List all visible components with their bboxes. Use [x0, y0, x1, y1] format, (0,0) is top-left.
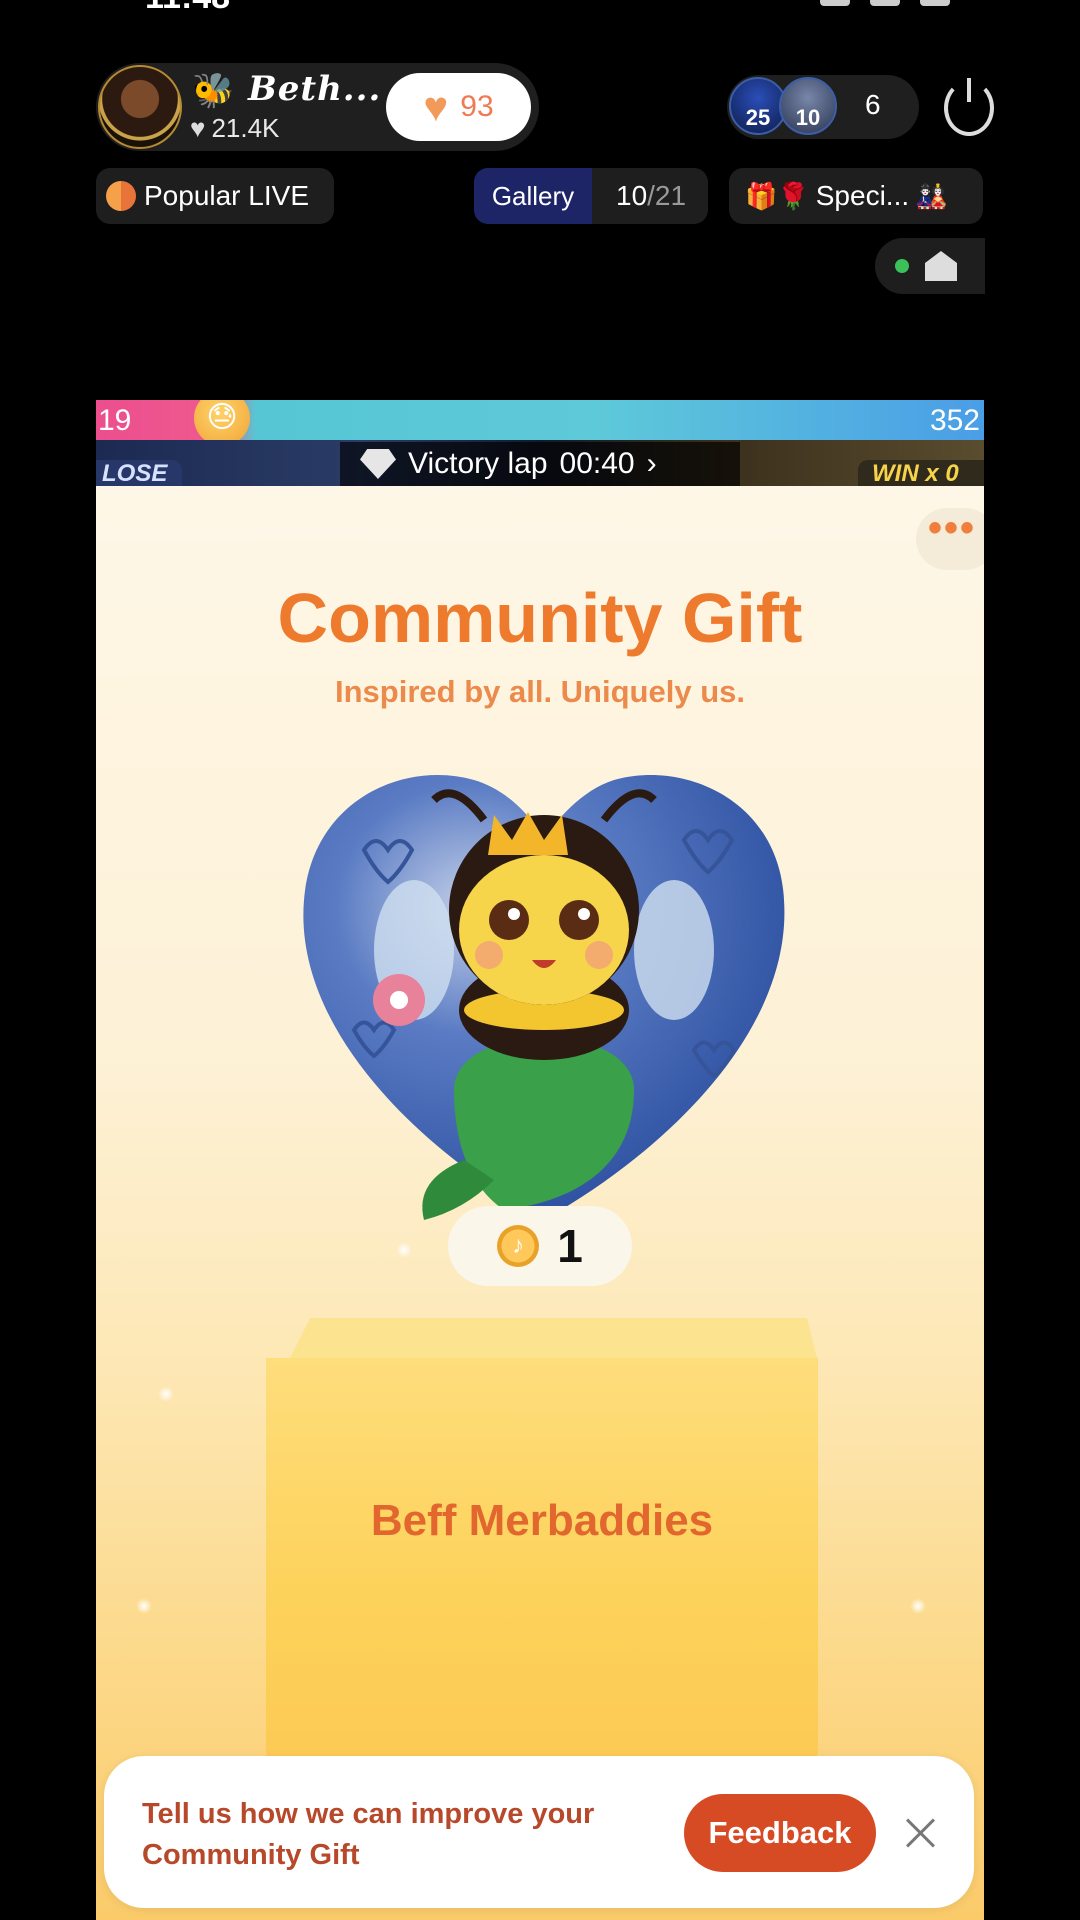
popular-live-label: Popular LIVE	[144, 180, 309, 211]
pedestal-top	[288, 1318, 818, 1362]
power-icon[interactable]	[944, 78, 994, 136]
pedestal: Beff Merbaddies	[266, 1318, 818, 1758]
sparkle	[158, 1386, 174, 1402]
feedback-text: Tell us how we can improve your Communit…	[142, 1798, 595, 1871]
battle-bar[interactable]: 19 352 😓 LOSE WIN x 0 Victory lap 00:40 …	[96, 400, 984, 486]
host-avatar[interactable]	[98, 65, 182, 149]
more-options-button[interactable]: •••	[916, 508, 984, 570]
status-time: 11:48	[145, 0, 230, 17]
battery-icon	[920, 0, 950, 6]
gift-rose-icon: 🎁🌹	[745, 180, 810, 211]
card-subtitle: Inspired by all. Uniquely us.	[335, 674, 745, 709]
bee-emoji-icon: 🐝	[192, 72, 235, 110]
sparkle	[910, 1598, 926, 1614]
lose-label: LOSE	[96, 460, 182, 486]
special-tag[interactable]: 🎁🌹 Speci... 🎎	[729, 168, 983, 224]
host-info[interactable]: 🐝 Beth... ♥ 21.4K ♥ 93	[96, 63, 539, 151]
follow-count: 93	[460, 90, 494, 123]
gallery-label: Gallery	[474, 168, 592, 224]
host-likes: ♥ 21.4K	[190, 113, 279, 144]
status-icons	[820, 0, 950, 6]
coin-icon: ♪	[497, 1225, 540, 1267]
heart-icon	[106, 181, 136, 211]
battle-left-score: 19	[98, 404, 132, 437]
coin-value: 1	[557, 1220, 583, 1272]
sparkle	[136, 1598, 152, 1614]
win-label: WIN x 0	[858, 460, 984, 486]
special-label: Speci...	[815, 180, 910, 211]
gift-cost: ♪ 1	[448, 1206, 632, 1286]
signal-icon	[820, 0, 850, 6]
gift-creator-name: Beff Merbaddies	[370, 1496, 714, 1545]
chevron-right-icon: ›	[646, 447, 657, 480]
wifi-icon	[870, 0, 900, 6]
gallery-tag[interactable]: Gallery 10/21	[474, 168, 708, 224]
victory-text: Victory lap	[408, 447, 548, 480]
heart-icon: ♥	[190, 113, 206, 143]
pedestal-front	[266, 1358, 818, 1758]
gallery-total: /21	[647, 180, 687, 211]
gallery-current: 10	[616, 180, 648, 211]
diamond-icon	[360, 449, 396, 479]
likes-count: 21.4K	[211, 113, 280, 143]
viewer-count: 6	[865, 89, 881, 120]
feedback-banner: Tell us how we can improve your Communit…	[104, 1756, 974, 1908]
viewer-avatar[interactable]: 10	[779, 77, 837, 135]
popular-live-tag[interactable]: Popular LIVE	[96, 168, 334, 224]
viewer-list[interactable]: 25 10 6	[727, 75, 919, 139]
bee-mermaid-heart-image	[303, 775, 785, 1220]
dolls-icon: 🎎	[915, 180, 948, 211]
community-gift-card: ••• Community Gift Inspired by all. Uniq…	[96, 486, 984, 1920]
battle-right-score: 352	[929, 404, 980, 437]
close-icon[interactable]	[904, 1816, 938, 1850]
victory-lap[interactable]: Victory lap 00:40 ›	[340, 442, 740, 486]
status-bar: 11:48	[0, 0, 1080, 17]
heart-icon: ♥	[423, 83, 449, 130]
gallery-count: 10/21	[592, 180, 686, 212]
victory-timer: 00:40	[559, 447, 635, 480]
stream-status-pill[interactable]	[875, 238, 985, 294]
home-icon	[925, 251, 957, 281]
card-title: Community Gift	[277, 579, 803, 657]
sparkle	[396, 1242, 412, 1258]
follow-button[interactable]: ♥ 93	[386, 73, 531, 141]
feedback-button[interactable]: Feedback	[684, 1794, 876, 1872]
host-name: Beth...	[248, 69, 382, 109]
live-dot-icon	[895, 259, 909, 273]
